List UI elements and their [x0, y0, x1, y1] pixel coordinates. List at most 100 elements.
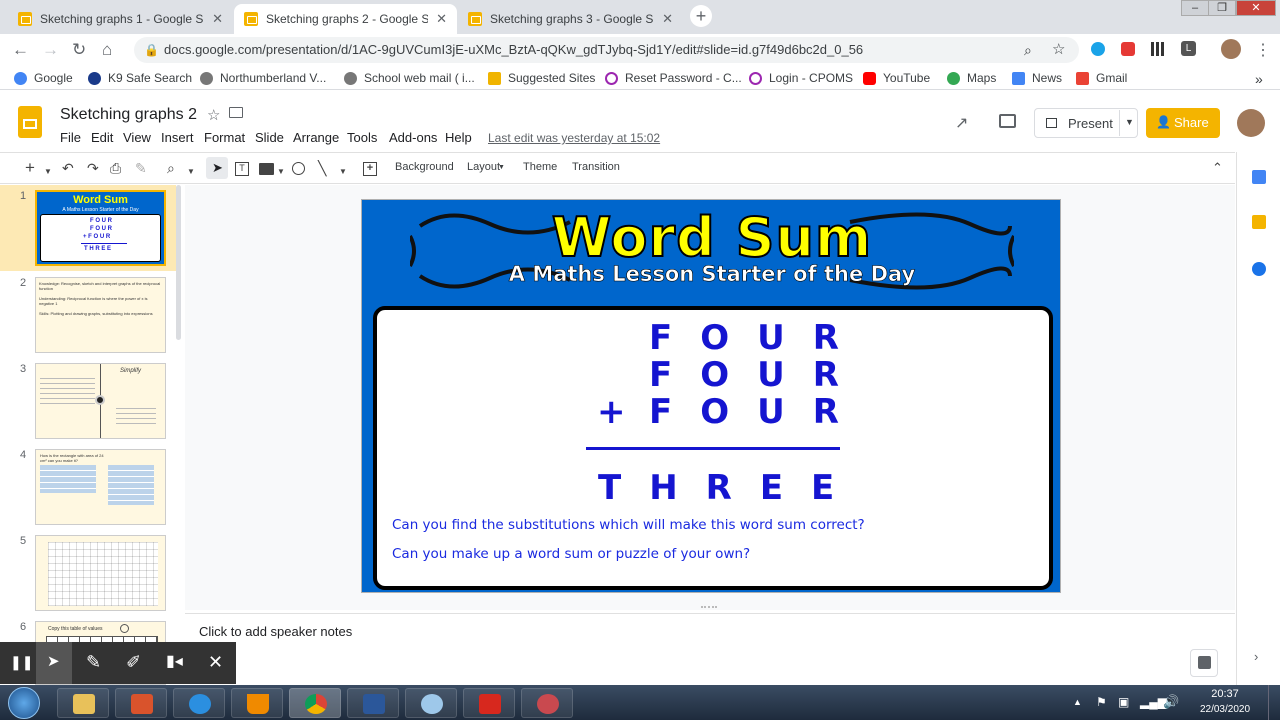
zoom-dropdown-icon[interactable]: ▼: [187, 164, 195, 180]
menu-insert[interactable]: Insert: [161, 130, 194, 145]
close-recorder-icon[interactable]: ✕: [208, 652, 223, 672]
menu-format[interactable]: Format: [204, 130, 245, 145]
menu-help[interactable]: Help: [445, 130, 472, 145]
pause-icon[interactable]: ❚❚: [10, 652, 33, 672]
bookmark-school-mail[interactable]: School web mail ( i...: [344, 71, 475, 85]
pointer-tool-button[interactable]: ➤: [36, 642, 72, 684]
bookmark-gmail[interactable]: Gmail: [1076, 71, 1127, 85]
profile-avatar[interactable]: [1221, 39, 1241, 59]
zoom-search-icon[interactable]: ⌕: [1024, 37, 1032, 63]
clock-time[interactable]: 20:37: [1200, 688, 1250, 700]
new-tab-button[interactable]: +: [690, 5, 712, 27]
layout-dropdown-icon[interactable]: ▼: [498, 164, 505, 171]
theme-button[interactable]: Theme: [523, 161, 557, 173]
redo-icon[interactable]: ↷: [87, 160, 99, 176]
slide-thumbnail-5[interactable]: [35, 535, 166, 611]
background-button[interactable]: Background: [395, 161, 454, 173]
volume-icon[interactable]: 🔊: [1163, 694, 1179, 710]
maximize-window-button[interactable]: ❐: [1208, 0, 1236, 16]
add-comment-icon[interactable]: +: [363, 162, 377, 176]
forward-icon[interactable]: →: [42, 40, 59, 60]
bookmark-northumberland[interactable]: Northumberland V...: [200, 71, 326, 85]
line-dropdown-icon[interactable]: ▼: [339, 164, 347, 180]
vlc-taskbar-button[interactable]: [231, 688, 283, 718]
calendar-icon[interactable]: [1252, 170, 1266, 184]
document-title[interactable]: Sketching graphs 2: [60, 106, 197, 124]
line-icon[interactable]: ╲: [318, 160, 326, 176]
menu-view[interactable]: View: [123, 130, 151, 145]
shape-icon[interactable]: [292, 162, 305, 175]
tasks-icon[interactable]: [1252, 262, 1266, 276]
print-icon[interactable]: ⎙: [110, 160, 121, 176]
present-dropdown-icon[interactable]: ▼: [1125, 117, 1134, 127]
activity-trend-icon[interactable]: ↗: [955, 113, 968, 133]
pen-icon[interactable]: ✎: [86, 652, 101, 672]
bookmark-youtube[interactable]: YouTube: [863, 71, 930, 85]
slides-logo-icon[interactable]: [18, 106, 42, 138]
bookmark-suggested[interactable]: Suggested Sites: [488, 71, 595, 85]
image-icon[interactable]: [259, 163, 274, 175]
tab-close-icon[interactable]: ✕: [662, 11, 673, 27]
browser-tab[interactable]: Sketching graphs 1 - Google Slid ✕: [8, 4, 233, 34]
keep-icon[interactable]: [1252, 215, 1266, 229]
share-button[interactable]: 👤 Share: [1146, 108, 1220, 138]
paint-format-icon[interactable]: ✎: [135, 160, 147, 176]
paint-taskbar-button[interactable]: [405, 688, 457, 718]
network-device-icon[interactable]: ▣: [1118, 695, 1129, 709]
bookmark-star-icon[interactable]: ☆: [1052, 37, 1065, 63]
bookmark-cpoms[interactable]: Login - CPOMS: [749, 71, 853, 85]
browser-menu-icon[interactable]: ⋮: [1255, 40, 1271, 60]
menu-tools[interactable]: Tools: [347, 130, 377, 145]
qr-code-icon[interactable]: [1151, 42, 1165, 56]
menu-slide[interactable]: Slide: [255, 130, 284, 145]
minimize-window-button[interactable]: –: [1181, 0, 1209, 16]
snipping-taskbar-button[interactable]: [521, 688, 573, 718]
image-dropdown-icon[interactable]: ▼: [277, 164, 285, 180]
close-window-button[interactable]: ✕: [1236, 0, 1276, 16]
extension-l-icon[interactable]: L: [1181, 41, 1196, 56]
address-bar[interactable]: 🔒 docs.google.com/presentation/d/1AC-9gU…: [134, 37, 1079, 63]
reload-icon[interactable]: ↻: [72, 40, 86, 60]
browser-tab-active[interactable]: Sketching graphs 2 - Google Slid ✕: [234, 4, 457, 34]
speaker-notes[interactable]: Click to add speaker notes: [185, 613, 1235, 685]
acrobat-taskbar-button[interactable]: [463, 688, 515, 718]
menu-edit[interactable]: Edit: [91, 130, 113, 145]
new-slide-dropdown-icon[interactable]: ▼: [44, 164, 52, 180]
flag-icon[interactable]: ⚑: [1096, 695, 1107, 709]
explorer-taskbar-button[interactable]: [57, 688, 109, 718]
expand-panel-icon[interactable]: ›: [1254, 649, 1258, 664]
comment-icon[interactable]: [999, 114, 1016, 128]
camera-icon[interactable]: ▮◂: [166, 652, 183, 672]
ie-taskbar-button[interactable]: [173, 688, 225, 718]
slide-thumbnail-2[interactable]: Knowledge: Recognise, sketch and interpr…: [35, 277, 166, 353]
zoom-icon[interactable]: ⌕: [167, 160, 175, 176]
last-edit-link[interactable]: Last edit was yesterday at 15:02: [488, 131, 660, 145]
extension-icon[interactable]: [1121, 42, 1135, 56]
text-box-icon[interactable]: T: [235, 162, 249, 176]
tray-expand-icon[interactable]: ▲: [1073, 697, 1082, 707]
extension-icon[interactable]: [1091, 42, 1105, 56]
start-button[interactable]: [8, 687, 40, 719]
star-icon[interactable]: ☆: [207, 106, 220, 124]
highlighter-icon[interactable]: ✐: [126, 652, 141, 672]
layout-button[interactable]: Layout: [467, 161, 500, 173]
media-taskbar-button[interactable]: [115, 688, 167, 718]
tab-close-icon[interactable]: ✕: [436, 11, 447, 27]
home-icon[interactable]: ⌂: [102, 40, 112, 60]
word-taskbar-button[interactable]: [347, 688, 399, 718]
bookmark-k9[interactable]: K9 Safe Search: [88, 71, 192, 85]
explore-button[interactable]: [1190, 649, 1218, 677]
undo-icon[interactable]: ↶: [62, 160, 74, 176]
bookmark-google[interactable]: Google: [14, 71, 73, 85]
show-desktop-button[interactable]: [1268, 685, 1280, 720]
back-icon[interactable]: ←: [12, 40, 29, 60]
collapse-toolbar-icon[interactable]: ⌃: [1212, 160, 1223, 176]
browser-tab[interactable]: Sketching graphs 3 - Google Slid ✕: [458, 4, 683, 34]
filmstrip-scrollbar[interactable]: [176, 185, 181, 340]
select-tool-button[interactable]: ➤: [206, 157, 228, 179]
bookmarks-overflow[interactable]: »: [1255, 71, 1263, 87]
notes-resize-handle[interactable]: [701, 606, 717, 608]
move-folder-icon[interactable]: [229, 107, 243, 118]
user-avatar[interactable]: [1237, 109, 1265, 137]
bookmark-maps[interactable]: Maps: [947, 71, 996, 85]
